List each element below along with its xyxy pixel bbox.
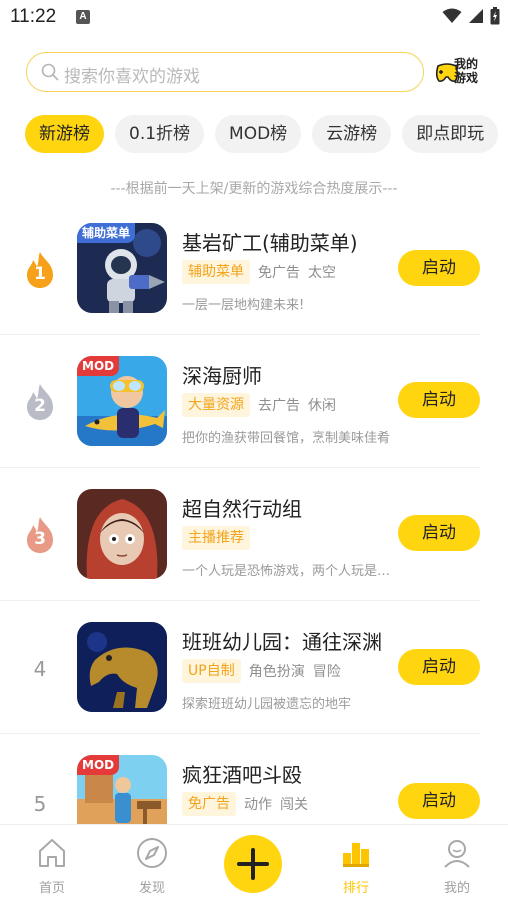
launch-button[interactable]: 启动 <box>398 649 480 685</box>
nav-home-label: 首页 <box>38 881 65 896</box>
tab-instant[interactable]: 即点即玩 <box>402 115 499 153</box>
game-tag: 动作 <box>244 797 272 813</box>
home-icon <box>39 839 65 867</box>
game-tags: 大量资源 去广告 休闲 <box>182 393 336 417</box>
launch-button[interactable]: 启动 <box>398 382 480 418</box>
tab-new[interactable]: 新游榜 <box>25 115 104 153</box>
status-time: 11:22 <box>10 6 57 27</box>
rank-number: 2 <box>34 396 46 416</box>
game-tag: 去广告 <box>258 398 300 414</box>
rank-medal: 1 <box>22 250 58 290</box>
game-tag: 闯关 <box>280 797 308 813</box>
game-icon[interactable]: 辅助菜单 <box>77 223 167 313</box>
game-row[interactable]: 2 MOD 深海厨师 大量资源 去广告 休闲 把你的渔获带回餐馆，烹制美味佳肴 … <box>0 335 480 468</box>
status-icons <box>442 7 500 25</box>
hooded-girl-artwork <box>77 489 167 579</box>
game-tag: 冒险 <box>312 664 341 680</box>
game-tag: 角色扮演 <box>248 664 305 680</box>
game-tags: 辅助菜单 免广告 太空 <box>182 260 336 284</box>
nav-ranking[interactable]: 排行 <box>326 837 386 896</box>
rank-number: 5 <box>33 792 47 816</box>
nav-ranking-label: 排行 <box>342 881 369 896</box>
game-tag-main: 免广告 <box>182 792 236 816</box>
game-badge: MOD <box>77 755 120 775</box>
bottom-nav: 首页 发现 排行 我的 <box>0 824 508 903</box>
game-title: 基岩矿工(辅助菜单) <box>182 231 358 255</box>
battery-icon <box>490 7 500 25</box>
rank-number: 1 <box>34 264 46 284</box>
search-placeholder: 搜索你喜欢的游戏 <box>64 67 200 87</box>
launch-button[interactable]: 启动 <box>398 250 480 286</box>
app-screen: 11:22 A 搜索你喜欢的游戏 我的游戏 新游榜 0.1折榜 MOD榜 云游榜… <box>0 0 508 903</box>
game-description: 把你的渔获带回餐馆，烹制美味佳肴 <box>182 431 391 446</box>
game-tag: 休闲 <box>308 398 336 414</box>
game-description: 一层一层地构建未来! <box>182 298 305 313</box>
plus-icon <box>237 848 269 880</box>
game-tag: 太空 <box>308 265 336 281</box>
nav-mine-label: 我的 <box>443 881 470 896</box>
tab-mod[interactable]: MOD榜 <box>215 115 302 153</box>
game-row[interactable]: 4 班班幼儿园：通往深渊 UP自制 角色扮演 冒险 探索班班幼儿园被遗忘的地牢 … <box>0 601 480 734</box>
game-description: 探索班班幼儿园被遗忘的地牢 <box>182 697 352 712</box>
rank-number: 3 <box>34 529 46 549</box>
game-row[interactable]: 3 超自然行动组 主播推荐 一个人玩是恐怖游戏，两个人玩是喜剧 启动 <box>0 468 480 601</box>
tab-discount[interactable]: 0.1折榜 <box>115 115 205 153</box>
launch-button[interactable]: 启动 <box>398 515 480 551</box>
rank-number: 4 <box>33 657 47 681</box>
game-title: 深海厨师 <box>182 364 262 388</box>
game-icon[interactable] <box>77 622 167 712</box>
my-games-label: 我的游戏 <box>454 57 479 85</box>
game-tag-main: 辅助菜单 <box>182 260 250 284</box>
ranking-icon <box>343 843 369 867</box>
launch-button[interactable]: 启动 <box>398 783 480 819</box>
search-icon <box>41 63 59 81</box>
rank-number-box: 5 <box>22 784 58 824</box>
game-badge: 辅助菜单 <box>77 223 136 243</box>
rank-medal: 3 <box>22 515 58 555</box>
game-tags: 主播推荐 <box>182 526 250 550</box>
game-title: 超自然行动组 <box>182 497 302 521</box>
game-icon[interactable] <box>77 489 167 579</box>
status-bar: 11:22 A <box>0 0 508 36</box>
game-tag-main: 大量资源 <box>182 393 250 417</box>
game-tag: 免广告 <box>258 265 300 281</box>
nav-discover-label: 发现 <box>138 881 165 896</box>
signal-icon <box>469 9 483 23</box>
rank-medal: 2 <box>22 382 58 422</box>
game-tags: UP自制 角色扮演 冒险 <box>182 659 341 683</box>
nav-mine[interactable]: 我的 <box>427 837 487 896</box>
anteater-artwork <box>77 622 167 712</box>
nav-home[interactable]: 首页 <box>22 837 82 896</box>
compass-icon <box>137 838 167 868</box>
category-tabs: 新游榜 0.1折榜 MOD榜 云游榜 即点即玩 <box>25 115 499 153</box>
nav-discover[interactable]: 发现 <box>122 837 182 896</box>
game-title: 疯狂酒吧斗殴 <box>182 763 302 787</box>
game-row[interactable]: 1 辅助菜单 基岩矿工(辅助菜单) 辅助菜单 免广告 太空 一层一层地构建未来!… <box>0 202 480 335</box>
game-badge: MOD <box>77 356 120 376</box>
notification-icon: A <box>76 10 90 24</box>
add-button[interactable] <box>224 835 282 893</box>
wifi-icon <box>442 8 462 23</box>
profile-icon <box>444 840 470 868</box>
list-subtitle: ---根据前一天上架/更新的游戏综合热度展示--- <box>110 181 398 197</box>
search-input[interactable]: 搜索你喜欢的游戏 <box>26 52 424 92</box>
game-icon[interactable]: MOD <box>77 356 167 446</box>
rank-number-box: 4 <box>22 649 58 689</box>
my-games-button[interactable]: 我的游戏 <box>434 54 484 90</box>
game-title: 班班幼儿园：通往深渊 <box>182 630 382 654</box>
tab-cloud[interactable]: 云游榜 <box>312 115 392 153</box>
game-description: 一个人玩是恐怖游戏，两个人玩是喜剧 <box>182 564 392 579</box>
game-tags: 免广告 动作 闯关 <box>182 792 308 816</box>
game-tag-main: 主播推荐 <box>182 526 250 550</box>
game-tag-main: UP自制 <box>182 659 241 683</box>
